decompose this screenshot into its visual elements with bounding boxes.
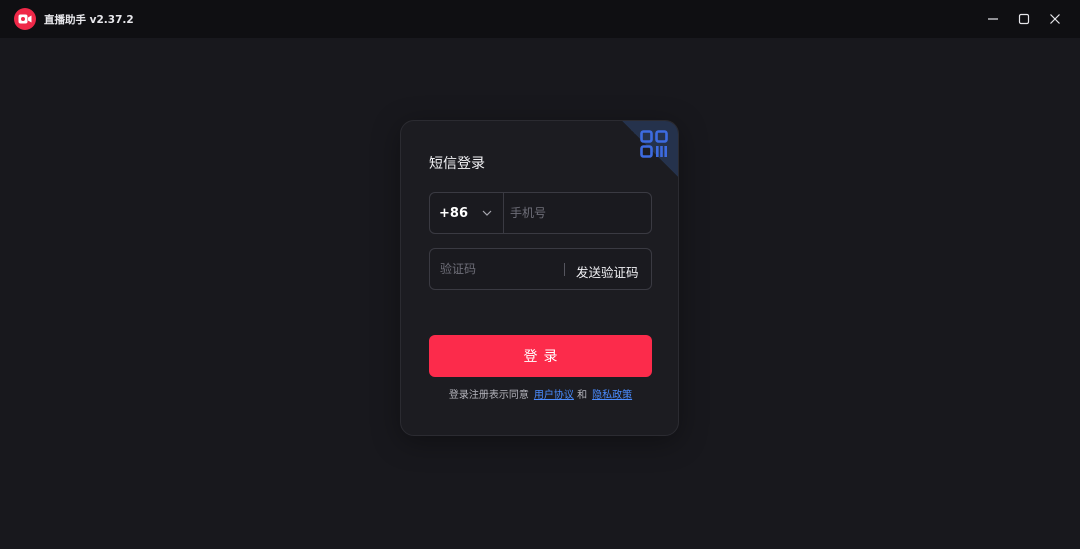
title-bar[interactable]: 直播助手 v2.37.2 [0,0,1080,38]
code-divider [564,263,565,276]
login-title: 短信登录 [429,156,485,172]
phone-number-input[interactable] [510,203,645,223]
camera-icon [14,8,36,30]
close-icon [1050,14,1060,24]
minimize-icon [988,18,998,20]
login-button[interactable]: 登录 [429,335,652,377]
maximize-icon [1018,13,1030,25]
chevron-down-icon [482,210,492,216]
app-window: 直播助手 v2.37.2 短信登录 +86 手机号 验证码 发送验证码 登录 登… [0,0,1080,549]
phone-field-group: +86 [429,192,652,234]
close-button[interactable] [1045,9,1065,29]
maximize-button[interactable] [1014,9,1034,29]
field-divider [503,193,504,233]
app-title: 直播助手 v2.37.2 [44,14,134,26]
verification-code-input[interactable] [440,259,555,279]
country-code-select[interactable]: +86 [430,193,503,233]
login-card: 短信登录 +86 发送验证码 登录 登录注册表示同意用户协议 和隐私政策 [400,120,679,436]
send-code-button[interactable]: 发送验证码 [576,262,639,281]
agreement-prefix: 登录注册表示同意 [448,390,529,401]
user-agreement-link[interactable]: 用户协议 [534,390,574,401]
agreement-text: 登录注册表示同意 用户协议 和隐私政策 [401,386,678,401]
qr-login-toggle[interactable] [622,121,678,177]
code-field-group: 发送验证码 [429,248,652,290]
privacy-policy-link[interactable]: 隐私政策 [592,390,632,401]
minimize-button[interactable] [983,9,1003,29]
qr-code-icon [640,130,668,158]
agreement-conjunction: 和 [577,390,588,401]
country-code-value: +86 [439,205,468,221]
